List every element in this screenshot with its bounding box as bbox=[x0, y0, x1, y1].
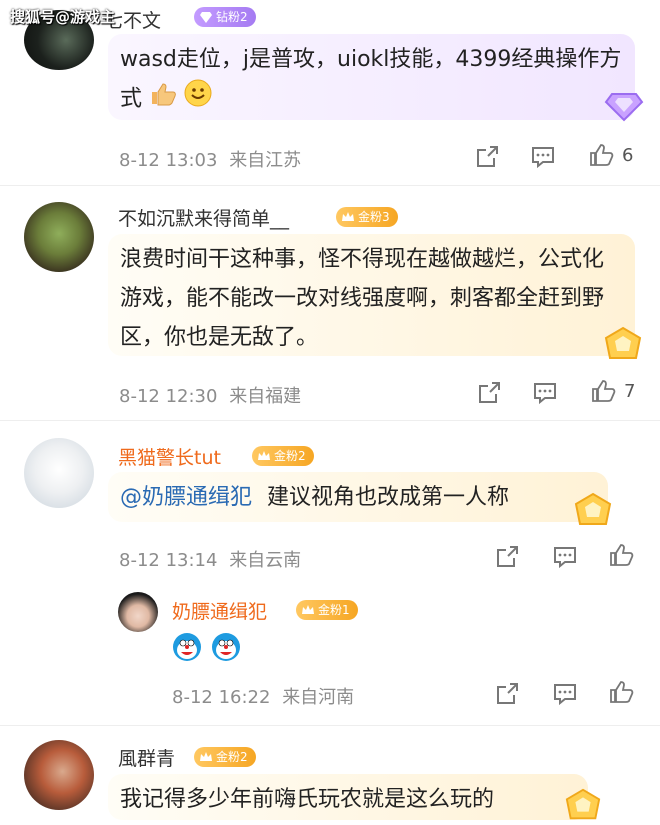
fan-badge: 金粉3 bbox=[336, 207, 398, 227]
comment-text: 浪费时间干这种事，怪不得现在越做越烂，公式化游戏，能不能改一改对线强度啊，刺客都… bbox=[120, 247, 605, 350]
smile-emoji bbox=[184, 79, 212, 120]
crown-icon bbox=[200, 752, 212, 761]
username[interactable]: 不如沉默来得简单__ bbox=[118, 204, 289, 231]
comment-bubble: 我记得多少年前嗨氏玩农就是这么玩的 bbox=[108, 774, 588, 820]
watermark: 搜狐号@游戏主 bbox=[10, 8, 116, 26]
avatar[interactable] bbox=[118, 592, 158, 632]
share-button[interactable] bbox=[494, 544, 520, 570]
emoji-row bbox=[172, 632, 241, 666]
doraemon-emoji bbox=[173, 633, 201, 661]
badge-label: 金粉2 bbox=[274, 449, 306, 463]
reply-button[interactable] bbox=[530, 144, 556, 170]
share-icon bbox=[497, 546, 518, 567]
reply-button[interactable] bbox=[552, 544, 578, 570]
diamond-deco-icon bbox=[604, 93, 644, 122]
share-icon bbox=[479, 382, 500, 403]
comment-icon bbox=[532, 147, 554, 169]
like-button[interactable] bbox=[588, 142, 614, 168]
comment-icon bbox=[554, 684, 576, 706]
comment-icon bbox=[554, 547, 576, 569]
badge-label: 金粉3 bbox=[358, 210, 390, 224]
comment-meta: 8-12 13:14 来自云南 bbox=[119, 546, 301, 572]
like-count: 7 bbox=[624, 381, 636, 402]
comment-icon bbox=[534, 383, 556, 405]
comment-time: 8-12 13:03 bbox=[119, 150, 218, 171]
comment-time: 8-12 12:30 bbox=[119, 386, 218, 407]
gold-deco-icon bbox=[565, 788, 601, 820]
share-icon bbox=[477, 146, 498, 167]
comment-bubble: @奶膘通缉犯 建议视角也改成第一人称 bbox=[108, 472, 608, 522]
gold-deco-icon bbox=[604, 326, 642, 359]
fan-badge: 金粉2 bbox=[252, 446, 314, 466]
doraemon-emoji bbox=[212, 633, 241, 661]
share-button[interactable] bbox=[474, 144, 500, 170]
like-icon bbox=[592, 380, 616, 402]
comment-time: 8-12 13:14 bbox=[119, 550, 218, 571]
mention-link[interactable]: @奶膘通缉犯 bbox=[120, 485, 252, 510]
username[interactable]: 黑猫警长tut bbox=[118, 443, 221, 470]
comment-location: 来自河南 bbox=[282, 687, 355, 708]
like-button[interactable] bbox=[608, 542, 634, 568]
like-button[interactable] bbox=[590, 378, 616, 404]
fan-badge: 金粉1 bbox=[296, 600, 358, 620]
crown-icon bbox=[342, 212, 354, 221]
thumbs-up-emoji bbox=[149, 80, 177, 119]
fan-badge: 金粉2 bbox=[194, 747, 256, 767]
comment-meta: 8-12 12:30 来自福建 bbox=[119, 382, 301, 408]
comment-meta: 8-12 16:22 来自河南 bbox=[172, 683, 354, 709]
comment-text: 我记得多少年前嗨氏玩农就是这么玩的 bbox=[120, 787, 495, 812]
like-icon bbox=[610, 681, 634, 703]
divider bbox=[0, 185, 660, 186]
divider bbox=[0, 725, 660, 726]
comment-meta: 8-12 13:03 来自江苏 bbox=[119, 146, 301, 172]
reply-button[interactable] bbox=[552, 681, 578, 707]
username[interactable]: 奶膘通缉犯 bbox=[172, 597, 267, 624]
comment-bubble: wasd走位，j是普攻，uiokl技能，4399经典操作方式 bbox=[108, 34, 635, 120]
avatar[interactable] bbox=[24, 202, 94, 272]
divider bbox=[0, 420, 660, 421]
gold-deco-icon bbox=[574, 492, 612, 525]
share-icon bbox=[497, 683, 518, 704]
username[interactable]: 風群青 bbox=[118, 744, 175, 771]
avatar[interactable] bbox=[24, 438, 94, 508]
crown-icon bbox=[258, 451, 270, 460]
diamond-badge-icon bbox=[200, 12, 212, 23]
comment-time: 8-12 16:22 bbox=[172, 687, 271, 708]
comment-location: 来自江苏 bbox=[229, 150, 302, 171]
avatar[interactable] bbox=[24, 740, 94, 810]
comment-text: 建议视角也改成第一人称 bbox=[267, 485, 510, 510]
comment-bubble: 浪费时间干这种事，怪不得现在越做越烂，公式化游戏，能不能改一改对线强度啊，刺客都… bbox=[108, 234, 635, 356]
badge-label: 金粉1 bbox=[318, 603, 350, 617]
comment-location: 来自福建 bbox=[229, 386, 302, 407]
like-icon bbox=[590, 144, 614, 166]
comment-location: 来自云南 bbox=[229, 550, 302, 571]
like-button[interactable] bbox=[608, 679, 634, 705]
like-icon bbox=[610, 544, 634, 566]
badge-label: 金粉2 bbox=[216, 750, 248, 764]
badge-label: 钻粉2 bbox=[216, 10, 248, 24]
crown-icon bbox=[302, 605, 314, 614]
reply-button[interactable] bbox=[532, 380, 558, 406]
like-count: 6 bbox=[622, 145, 634, 166]
share-button[interactable] bbox=[494, 681, 520, 707]
fan-badge: 钻粉2 bbox=[194, 7, 256, 27]
share-button[interactable] bbox=[476, 380, 502, 406]
